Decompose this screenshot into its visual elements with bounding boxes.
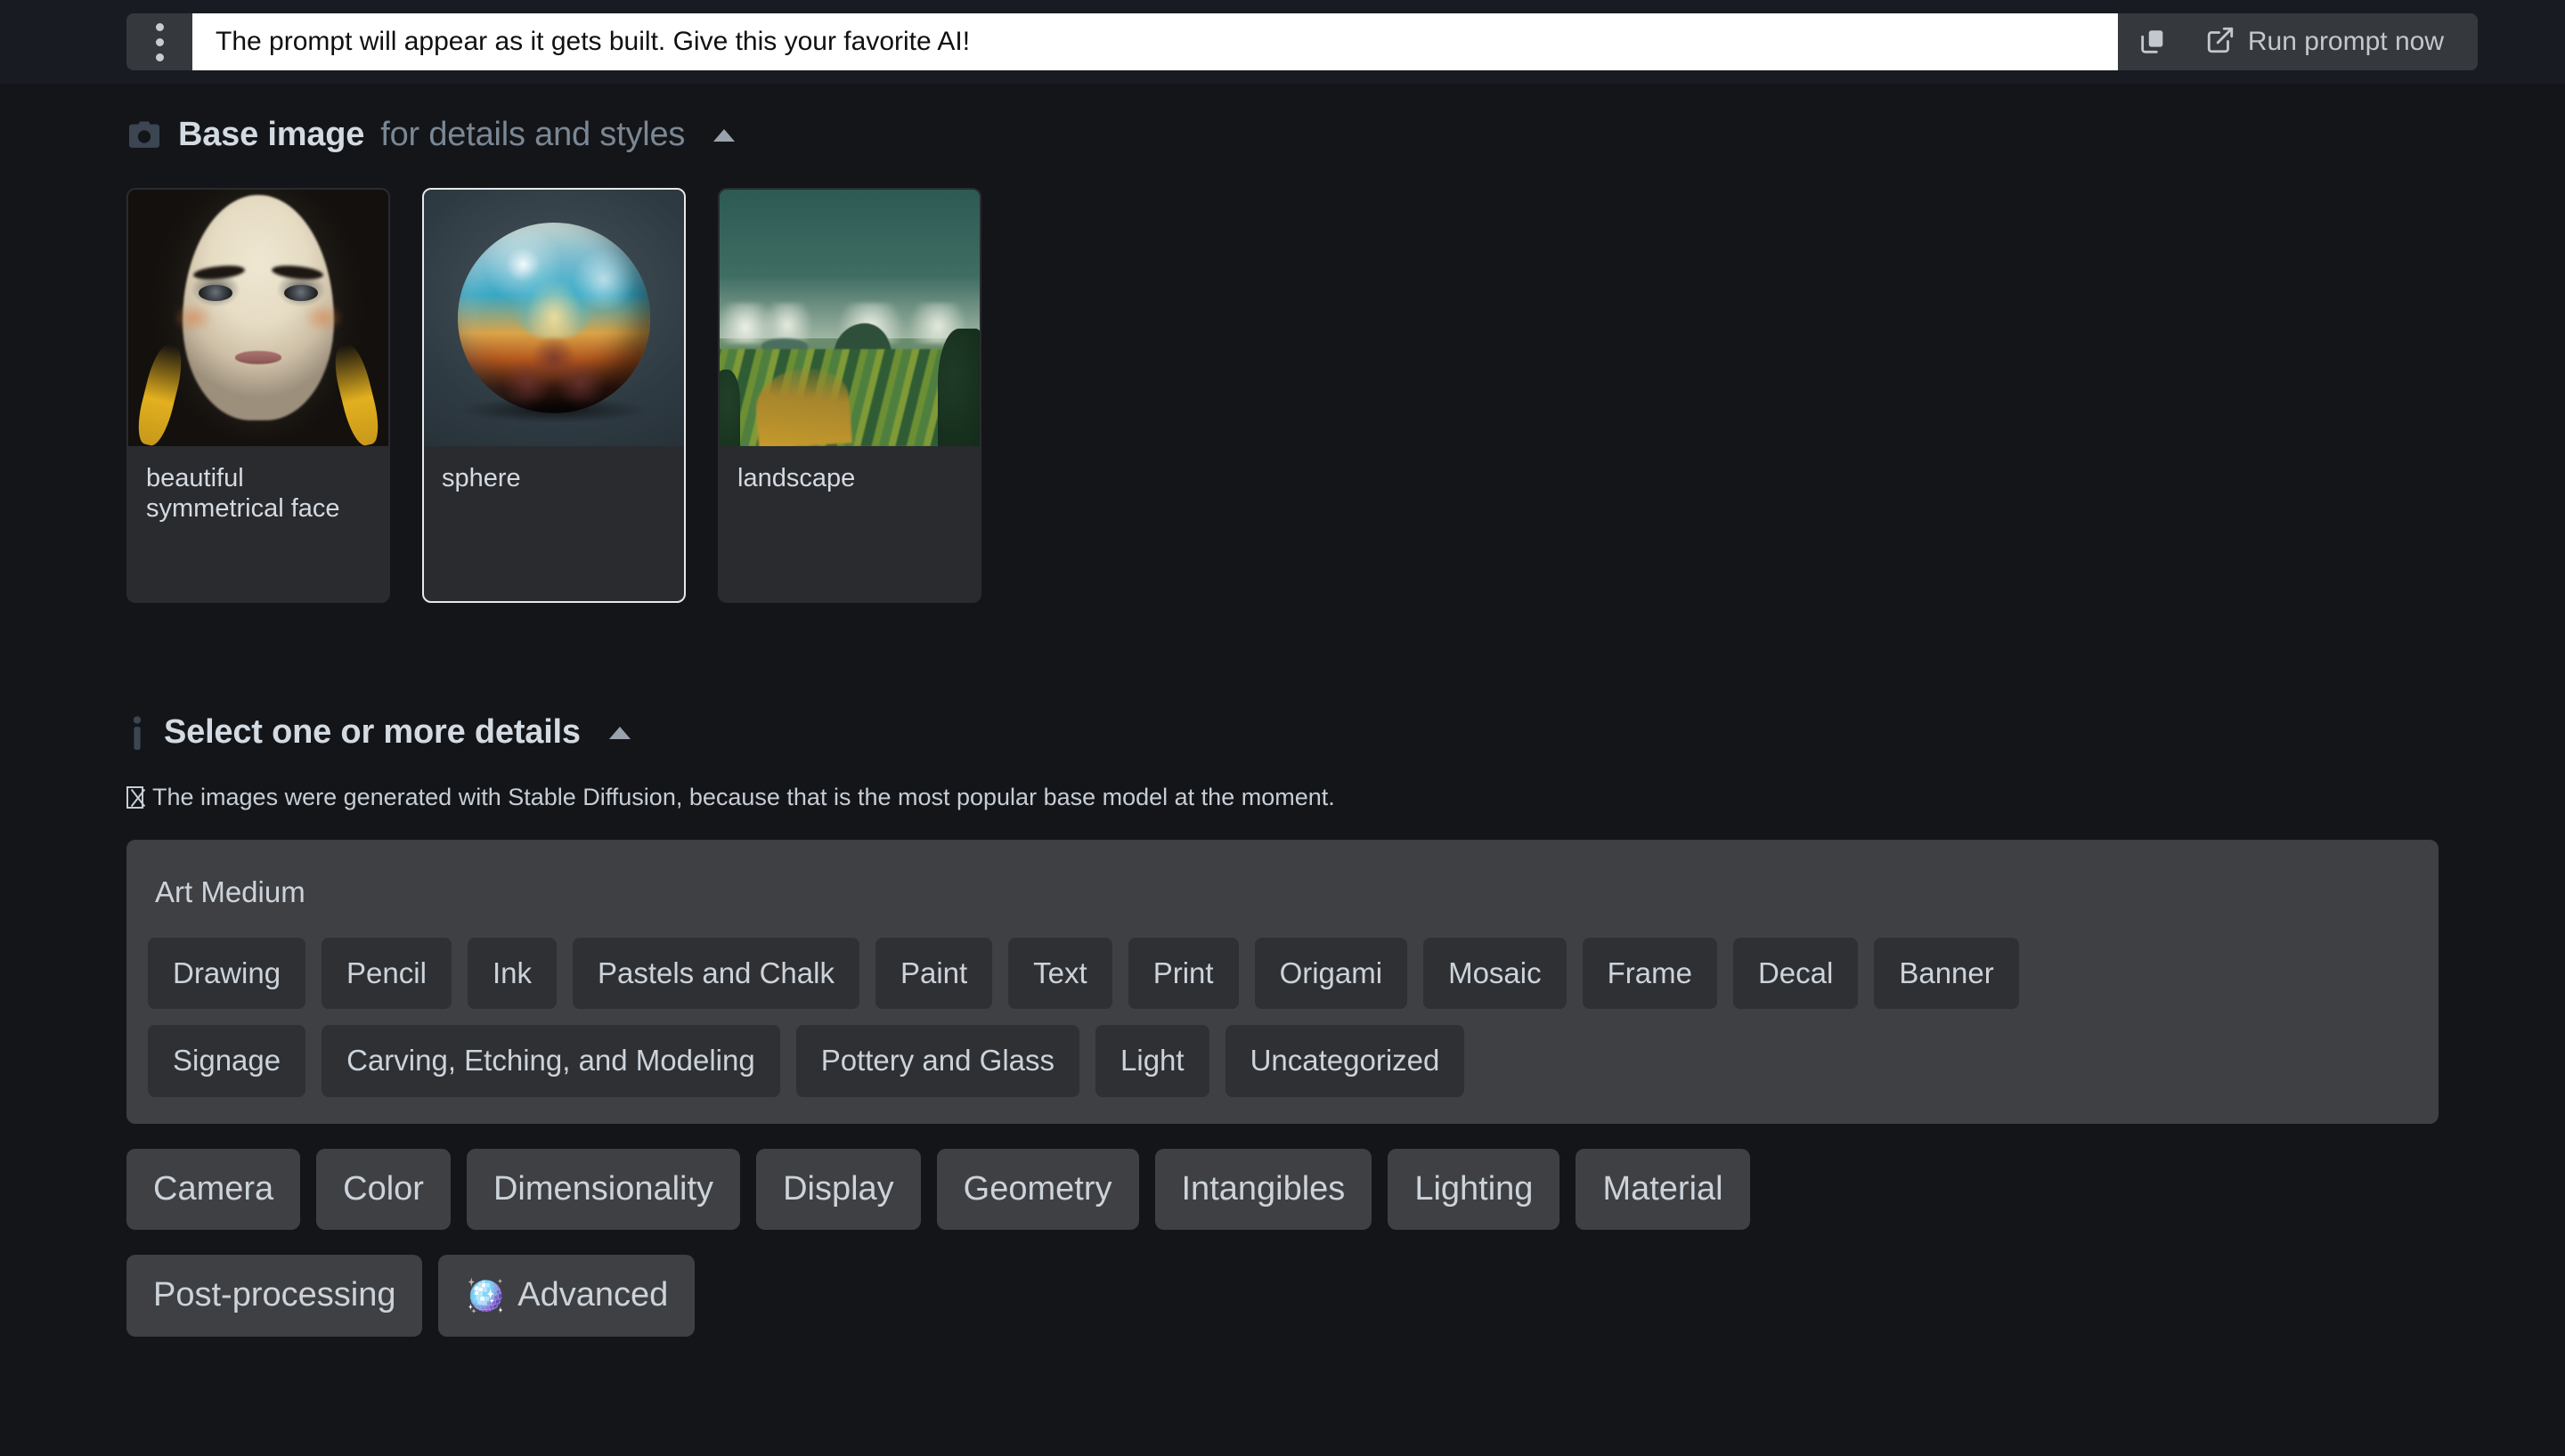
art-medium-tag-row-1: Drawing Pencil Ink Pastels and Chalk Pai…: [148, 938, 2417, 1010]
prompt-input[interactable]: [192, 13, 2118, 70]
base-image-subtitle: for details and styles: [380, 116, 686, 153]
tag-paint[interactable]: Paint: [875, 938, 993, 1010]
tag-pottery-and-glass[interactable]: Pottery and Glass: [795, 1025, 1080, 1097]
base-image-card-label: sphere: [442, 464, 521, 492]
base-image-title: Base image: [178, 116, 365, 153]
kebab-dot: [155, 37, 164, 46]
tag-decal[interactable]: Decal: [1732, 938, 1859, 1010]
tag-drawing[interactable]: Drawing: [148, 938, 306, 1010]
base-image-header: Base image for details and styles: [126, 116, 2565, 154]
copy-icon[interactable]: [2125, 14, 2180, 69]
base-image-card-list: beautiful symmetrical face sphere landsc…: [126, 188, 2565, 603]
category-row-1: Camera Color Dimensionality Display Geom…: [126, 1148, 2565, 1231]
top-bar: Run prompt now: [0, 0, 2565, 84]
category-display[interactable]: Display: [756, 1148, 921, 1231]
tag-mosaic[interactable]: Mosaic: [1423, 938, 1567, 1010]
base-image-card-sphere[interactable]: sphere: [422, 188, 686, 603]
details-note-text: The images were generated with Stable Di…: [152, 784, 1335, 810]
details-header: Select one or more details: [126, 713, 2565, 752]
missing-glyph-box-icon: [126, 786, 143, 809]
art-medium-group-panel: Art Medium Drawing Pencil Ink Pastels an…: [126, 840, 2439, 1124]
base-image-card-landscape[interactable]: landscape: [718, 188, 981, 603]
page-content: Base image for details and styles beauti…: [0, 84, 2565, 1338]
tag-ink[interactable]: Ink: [467, 938, 557, 1010]
kebab-menu-icon[interactable]: [126, 13, 192, 70]
tag-pastels-and-chalk[interactable]: Pastels and Chalk: [572, 938, 859, 1010]
details-title: Select one or more details: [164, 713, 581, 751]
category-advanced-label: Advanced: [517, 1276, 669, 1314]
category-lighting[interactable]: Lighting: [1388, 1148, 1560, 1231]
tag-carving-etching-and-modeling[interactable]: Carving, Etching, and Modeling: [322, 1025, 780, 1097]
category-color[interactable]: Color: [316, 1148, 451, 1231]
tag-frame[interactable]: Frame: [1582, 938, 1717, 1010]
tag-origami[interactable]: Origami: [1254, 938, 1408, 1010]
category-intangibles[interactable]: Intangibles: [1154, 1148, 1372, 1231]
category-advanced[interactable]: 🪩 Advanced: [438, 1255, 696, 1338]
tag-pencil[interactable]: Pencil: [322, 938, 452, 1010]
magic-wand-icon: 🪩: [465, 1277, 506, 1314]
tag-text[interactable]: Text: [1008, 938, 1112, 1010]
chevron-up-icon[interactable]: [608, 726, 631, 739]
info-icon: [126, 715, 148, 751]
category-row-2: Post-processing 🪩 Advanced: [126, 1255, 2565, 1338]
category-camera[interactable]: Camera: [126, 1148, 301, 1231]
base-image-thumbnail-face: [128, 190, 388, 446]
tag-signage[interactable]: Signage: [148, 1025, 306, 1097]
external-link-icon: [2205, 25, 2235, 60]
chevron-up-icon[interactable]: [713, 128, 736, 142]
base-image-thumbnail-landscape: [720, 190, 980, 446]
run-prompt-button[interactable]: Run prompt now: [2196, 14, 2453, 69]
category-material[interactable]: Material: [1576, 1148, 1750, 1231]
base-image-card-label: landscape: [737, 464, 856, 492]
tag-banner[interactable]: Banner: [1874, 938, 2019, 1010]
kebab-dot: [155, 53, 164, 61]
base-image-section: Base image for details and styles beauti…: [126, 84, 2565, 603]
kebab-dot: [155, 22, 164, 31]
base-image-card-label: beautiful symmetrical face: [146, 464, 340, 523]
topbar-actions: Run prompt now: [2117, 13, 2478, 70]
category-dimensionality[interactable]: Dimensionality: [466, 1148, 741, 1231]
art-medium-tag-row-2: Signage Carving, Etching, and Modeling P…: [148, 1025, 2417, 1097]
run-prompt-label: Run prompt now: [2247, 27, 2444, 56]
tag-uncategorized[interactable]: Uncategorized: [1225, 1025, 1465, 1097]
base-image-thumbnail-sphere: [424, 190, 684, 446]
category-geometry[interactable]: Geometry: [936, 1148, 1139, 1231]
category-post-processing[interactable]: Post-processing: [126, 1255, 423, 1338]
camera-icon: [126, 118, 162, 153]
tag-light[interactable]: Light: [1095, 1025, 1209, 1097]
tag-print[interactable]: Print: [1128, 938, 1239, 1010]
base-image-card-face[interactable]: beautiful symmetrical face: [126, 188, 390, 603]
prompt-bar: Run prompt now: [126, 13, 2478, 70]
art-medium-group-title: Art Medium: [155, 875, 305, 908]
details-section: Select one or more details The images we…: [126, 713, 2565, 1338]
details-note: The images were generated with Stable Di…: [126, 784, 2565, 811]
